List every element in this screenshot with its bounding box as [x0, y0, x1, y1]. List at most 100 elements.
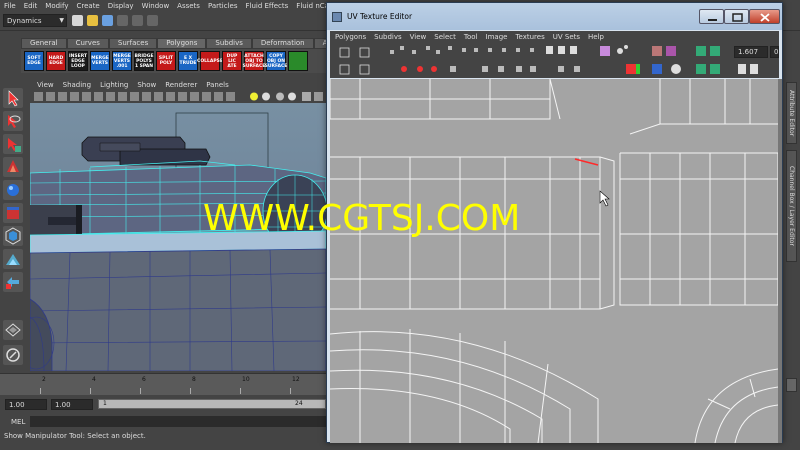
viewport-menu-view[interactable]: View	[37, 81, 54, 89]
lasso-tool-icon[interactable]	[3, 111, 23, 131]
open-scene-icon[interactable]	[87, 15, 98, 26]
show-manipulator-tool-icon[interactable]	[3, 272, 23, 292]
shelf: SOFT EDGE HARD EDGE INSERT EDGE LOOP MERGE …	[21, 49, 326, 73]
minimize-button[interactable]	[699, 9, 724, 24]
uv-menu-view[interactable]: View	[410, 33, 427, 41]
paint-select-tool-icon[interactable]	[3, 134, 23, 154]
select-component-icon[interactable]	[147, 15, 158, 26]
help-line-text: Show Manipulator Tool: Select an object.	[4, 432, 146, 440]
layout-icon[interactable]	[3, 320, 23, 340]
shelf-button-collapse[interactable]: COLLAPSE	[197, 51, 223, 71]
uv-menu-image[interactable]: Image	[486, 33, 508, 41]
shelf-tab-polygons[interactable]: Polygons	[157, 38, 207, 49]
menu-item-particles[interactable]: Particles	[208, 2, 238, 10]
shelf-tab-deformation[interactable]: Deformation	[251, 38, 314, 49]
viewport-menu-shading[interactable]: Shading	[63, 81, 91, 89]
menu-item-window[interactable]: Window	[142, 2, 170, 10]
range-slider[interactable]: 1 24	[98, 399, 326, 409]
timeline-tick	[140, 388, 141, 394]
chevron-down-icon: ▼	[59, 17, 64, 24]
uv-value-field[interactable]: 1.607	[734, 46, 768, 58]
uv-menu-select[interactable]: Select	[434, 33, 456, 41]
shelf-tab-subdivs[interactable]: Subdivs	[206, 38, 252, 49]
maya-screen: File Edit Modify Create Display Window Assets P…	[0, 0, 800, 450]
menu-item-edit[interactable]: Edit	[24, 2, 38, 10]
uv-menu-tool[interactable]: Tool	[464, 33, 478, 41]
toolbox	[0, 80, 26, 370]
viewport-menu-show[interactable]: Show	[137, 81, 156, 89]
uv-value-field-2[interactable]: 0.6	[770, 46, 779, 58]
mode-select-value: Dynamics	[7, 17, 42, 25]
shelf-side-panel	[0, 38, 21, 73]
scale-tool-icon[interactable]	[3, 203, 23, 223]
menu-item-fluid-effects[interactable]: Fluid Effects	[245, 2, 288, 10]
menu-item-file[interactable]: File	[4, 2, 16, 10]
shelf-button-hard-edge[interactable]: HARD EDGE	[46, 51, 66, 71]
shelf-button-dup-lic-ate[interactable]: DUP LIC ATE	[222, 51, 242, 71]
menu-item-assets[interactable]: Assets	[177, 2, 200, 10]
shelf-button-extra[interactable]	[288, 51, 308, 71]
tab-channel-box[interactable]: Channel Box / Layer Editor	[786, 150, 797, 262]
new-scene-icon[interactable]	[72, 15, 83, 26]
select-object-icon[interactable]	[132, 15, 143, 26]
viewport-menu-panels[interactable]: Panels	[206, 81, 229, 89]
uv-editor-toolbar: 1.607 0.6	[330, 42, 779, 78]
uv-toolbar-icons[interactable]	[330, 42, 779, 78]
move-tool-icon[interactable]	[3, 157, 23, 177]
shelf-button-attach-obj-to-surface[interactable]: ATTACH OBJ TO SURFACE	[243, 51, 265, 71]
range-start-field[interactable]: 1.00	[5, 399, 47, 410]
shelf-tab-curves[interactable]: Curves	[66, 38, 109, 49]
dock-scroll-up[interactable]	[786, 378, 797, 392]
range-inner-field[interactable]: 1.00	[51, 399, 93, 410]
watermark-text: WWW.CGTSJ.COM	[203, 198, 521, 239]
shelf-tab-surfaces[interactable]: Surfaces	[108, 38, 158, 49]
time-slider[interactable]: 2 4 6 8 10 12	[0, 373, 326, 395]
menu-item-create[interactable]: Create	[76, 2, 99, 10]
shelf-button-merge-verts[interactable]: MERGE VERTS	[90, 51, 110, 71]
shelf-button-bridge-polys-1-span[interactable]: BRIDGE POLYS 1 SPAN	[134, 51, 154, 71]
status-line-icons	[72, 15, 158, 26]
timeline-tick-label: 10	[242, 376, 250, 383]
shelf-button-merge-verts-001[interactable]: MERGE VERTS .001	[112, 51, 132, 71]
rotate-tool-icon[interactable]	[3, 180, 23, 200]
uv-editor-menu-bar: Polygons Subdivs View Select Tool Image Textur…	[330, 31, 779, 42]
viewport-toolbar-icons[interactable]	[30, 90, 326, 103]
timeline-tick	[240, 388, 241, 394]
viewport-menu-renderer[interactable]: Renderer	[165, 81, 197, 89]
shelf-tabs: General Curves Surfaces Polygons Subdivs Defo…	[21, 38, 368, 49]
select-tool-icon[interactable]	[3, 88, 23, 108]
save-scene-icon[interactable]	[102, 15, 113, 26]
maximize-button[interactable]	[724, 9, 749, 24]
mode-select[interactable]: Dynamics ▼	[3, 14, 67, 27]
close-button[interactable]	[749, 9, 780, 24]
uv-menu-uv-sets[interactable]: UV Sets	[553, 33, 580, 41]
shelf-button-split-poly[interactable]: SPLIT POLY	[156, 51, 176, 71]
uv-menu-textures[interactable]: Textures	[515, 33, 544, 41]
tab-attribute-editor[interactable]: Attribute Editor	[786, 82, 797, 144]
select-hierarchy-icon[interactable]	[117, 15, 128, 26]
shelf-button-insert-edge-loop[interactable]: INSERT EDGE LOOP	[68, 51, 88, 71]
shelf-button-soft-edge[interactable]: SOFT EDGE	[24, 51, 44, 71]
uv-menu-subdivs[interactable]: Subdivs	[374, 33, 402, 41]
uv-editor-title: UV Texture Editor	[347, 12, 413, 21]
universal-manipulator-icon[interactable]	[3, 226, 23, 246]
shelf-button-e-x-trude[interactable]: E X TRUDE	[178, 51, 198, 71]
uv-menu-polygons[interactable]: Polygons	[335, 33, 366, 41]
mel-label: MEL	[11, 418, 26, 426]
uv-menu-help[interactable]: Help	[588, 33, 604, 41]
uv-editor-titlebar[interactable]: UV Texture Editor	[327, 3, 782, 30]
shelf-button-copy-obj-on-surface[interactable]: COPY OBJ ON SURFACE	[265, 51, 287, 71]
menu-item-display[interactable]: Display	[108, 2, 134, 10]
soft-mod-tool-icon[interactable]	[3, 249, 23, 269]
right-dock: Attribute Editor Channel Box / Layer Edi…	[783, 80, 800, 430]
shelf-tab-general[interactable]: General	[21, 38, 67, 49]
menu-item-modify[interactable]: Modify	[45, 2, 68, 10]
outliner-icon[interactable]	[3, 345, 23, 365]
timeline-tick	[40, 388, 41, 394]
command-input[interactable]	[30, 416, 326, 427]
viewport-menu-lighting[interactable]: Lighting	[100, 81, 128, 89]
viewport-toolbar	[30, 90, 326, 103]
timeline-tick	[190, 388, 191, 394]
uv-canvas-scrollbar[interactable]	[778, 79, 782, 443]
uv-canvas[interactable]	[330, 79, 778, 443]
